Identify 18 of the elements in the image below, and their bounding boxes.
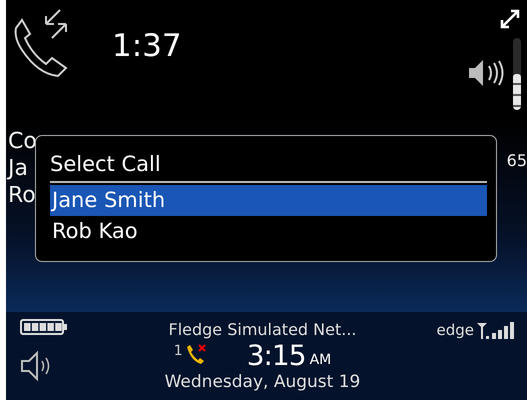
caller-name: Ja	[8, 155, 29, 182]
clock-meridiem: AM	[310, 352, 332, 368]
caller-name: Ro	[8, 182, 37, 209]
network-type: edge	[436, 321, 474, 339]
missed-call-count: 1	[174, 343, 183, 359]
call-option[interactable]: Rob Kao	[50, 216, 487, 247]
clock-time: 3:15	[246, 341, 306, 371]
network-name: Fledge Simulated Net...	[168, 319, 356, 341]
expand-icon[interactable]	[499, 8, 521, 30]
missed-call-icon[interactable]	[184, 343, 207, 365]
caller-name: Co	[8, 128, 37, 155]
date-text: Wednesday, August 19	[164, 371, 360, 393]
call-timer: 1:37	[112, 28, 182, 64]
call-option[interactable]: Jane Smith	[50, 185, 487, 216]
volume-slider[interactable]	[513, 38, 521, 110]
battery-icon	[20, 319, 68, 335]
phone-number: 65	[506, 150, 527, 172]
dialog-title: Select Call	[50, 150, 487, 183]
